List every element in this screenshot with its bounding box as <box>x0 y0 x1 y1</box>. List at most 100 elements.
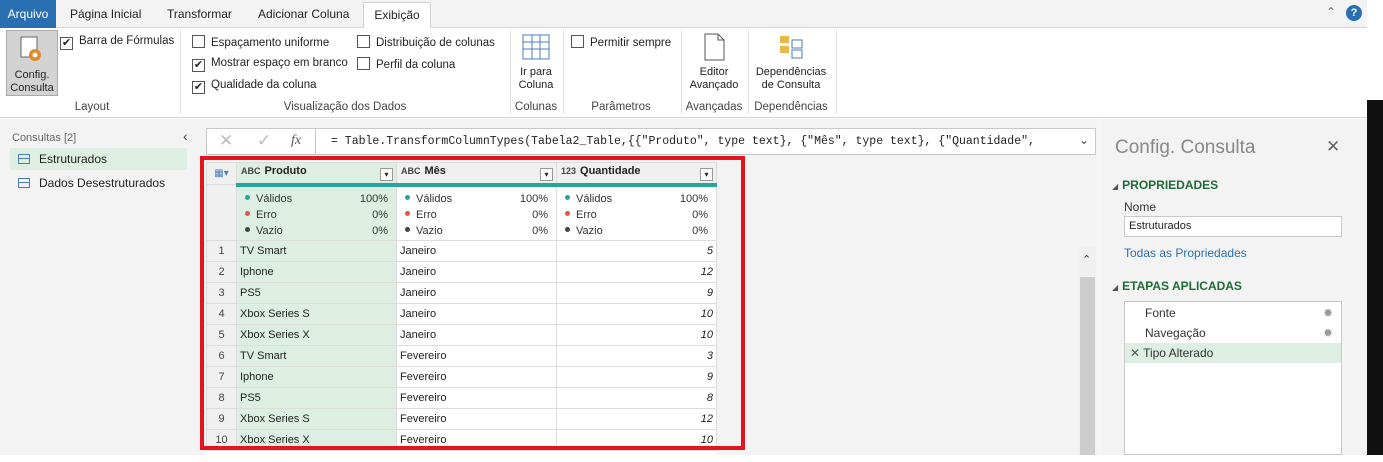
expand-formula-icon[interactable]: ⌄ <box>1079 133 1089 147</box>
column-header-quantidade[interactable]: 123 Quantidade ▾ <box>556 162 717 185</box>
vertical-scrollbar[interactable]: ⌃ <box>1079 247 1096 455</box>
goto-column-button[interactable]: Ir para Coluna <box>514 32 558 92</box>
tab-view[interactable]: Exibição <box>363 2 431 28</box>
cell-quantidade[interactable]: 12 <box>556 408 717 430</box>
row-number[interactable]: 6 <box>206 345 237 367</box>
cell-mes[interactable]: Fevereiro <box>396 366 557 388</box>
number-type-icon[interactable]: 123 <box>561 166 576 176</box>
column-distribution-checkbox[interactable]: Distribuição de colunas <box>357 35 495 49</box>
query-item-estruturados[interactable]: Estruturados <box>10 148 187 170</box>
row-number[interactable]: 1 <box>206 240 237 262</box>
cancel-icon[interactable]: ✕ <box>219 131 233 151</box>
cell-quantidade[interactable]: 12 <box>556 261 717 283</box>
text-type-icon[interactable]: ABC <box>241 166 261 176</box>
row-number[interactable]: 4 <box>206 303 237 325</box>
filter-dropdown-icon[interactable]: ▾ <box>540 167 553 181</box>
collapse-ribbon-icon[interactable]: ⌃ <box>1326 5 1336 19</box>
query-name-input[interactable]: Estruturados <box>1124 216 1342 237</box>
tab-home[interactable]: Página Inicial <box>70 2 141 28</box>
cell-quantidade[interactable]: 10 <box>556 324 717 346</box>
cell-produto[interactable]: Xbox Series S <box>236 408 397 430</box>
step-tipo-alterado[interactable]: ✕ Tipo Alterado <box>1125 343 1341 363</box>
text-type-icon[interactable]: ABC <box>401 166 421 176</box>
column-header-produto[interactable]: ABC Produto ▾ <box>236 162 397 185</box>
cell-produto[interactable]: Xbox Series S <box>236 303 397 325</box>
step-settings-icon[interactable]: ✹ <box>1323 303 1333 323</box>
goto-column-label: Ir para Coluna <box>518 66 554 91</box>
cell-produto[interactable]: TV Smart <box>236 345 397 367</box>
confirm-icon[interactable]: ✓ <box>257 131 271 151</box>
formula-input[interactable]: = Table.TransformColumnTypes(Tabela2_Tab… <box>331 135 1035 148</box>
tab-file[interactable]: Arquivo <box>0 0 56 28</box>
cell-quantidade[interactable]: 8 <box>556 387 717 409</box>
close-icon[interactable]: ✕ <box>1326 137 1340 157</box>
cell-produto[interactable]: Iphone <box>236 366 397 388</box>
cell-produto[interactable]: TV Smart <box>236 240 397 262</box>
queries-header: Consultas [2] <box>12 132 77 144</box>
cell-mes[interactable]: Janeiro <box>396 324 557 346</box>
row-number[interactable]: 5 <box>206 324 237 346</box>
cell-produto[interactable]: Xbox Series X <box>236 429 397 451</box>
properties-header[interactable]: ◢ PROPRIEDADES <box>1112 178 1218 192</box>
filter-dropdown-icon[interactable]: ▾ <box>700 167 713 181</box>
step-settings-icon[interactable]: ✹ <box>1323 323 1333 343</box>
cell-quantidade[interactable]: 3 <box>556 345 717 367</box>
cell-quantidade[interactable]: 10 <box>556 429 717 451</box>
query-item-dados-desestruturados[interactable]: Dados Desestruturados <box>10 172 187 194</box>
collapse-pane-icon[interactable]: ‹ <box>183 128 188 144</box>
step-fonte[interactable]: Fonte ✹ <box>1125 303 1341 323</box>
column-header-mes[interactable]: ABC Mês ▾ <box>396 162 557 185</box>
column-quality-checkbox[interactable]: ✔ Qualidade da coluna <box>192 79 317 94</box>
scroll-thumb[interactable] <box>1080 277 1095 455</box>
step-navegacao[interactable]: Navegação ✹ <box>1125 323 1341 343</box>
query-dependencies-button[interactable]: Dependências de Consulta <box>752 32 830 92</box>
table-icon <box>18 178 30 188</box>
table-row: 7 Iphone Fevereiro 9 <box>206 366 717 388</box>
cell-quantidade[interactable]: 10 <box>556 303 717 325</box>
fx-icon[interactable]: fx <box>291 133 301 149</box>
row-number[interactable]: 10 <box>206 429 237 451</box>
collapse-triangle-icon[interactable]: ◢ <box>1112 283 1118 292</box>
cell-mes[interactable]: Janeiro <box>396 303 557 325</box>
row-number[interactable]: 9 <box>206 408 237 430</box>
applied-steps-header[interactable]: ◢ ETAPAS APLICADAS <box>1112 279 1242 293</box>
collapse-triangle-icon[interactable]: ◢ <box>1112 182 1118 191</box>
cell-mes[interactable]: Fevereiro <box>396 429 557 451</box>
cell-mes[interactable]: Janeiro <box>396 282 557 304</box>
cell-mes[interactable]: Janeiro <box>396 261 557 283</box>
row-number[interactable]: 2 <box>206 261 237 283</box>
tab-add-column[interactable]: Adicionar Coluna <box>258 2 349 28</box>
table-row: 2 Iphone Janeiro 12 <box>206 261 717 283</box>
query-dependencies-label: Dependências de Consulta <box>755 66 827 91</box>
table-menu-icon[interactable]: ▦▾ <box>206 162 237 185</box>
cell-mes[interactable]: Fevereiro <box>396 387 557 409</box>
row-number[interactable]: 3 <box>206 282 237 304</box>
cell-mes[interactable]: Fevereiro <box>396 408 557 430</box>
tab-transform[interactable]: Transformar <box>167 2 232 28</box>
cell-produto[interactable]: Iphone <box>236 261 397 283</box>
cell-mes[interactable]: Janeiro <box>396 240 557 262</box>
formula-bar-checkbox[interactable]: ✔ Barra de Fórmulas <box>60 35 174 50</box>
config-consulta-button[interactable]: Config. Consulta <box>6 30 58 96</box>
filter-dropdown-icon[interactable]: ▾ <box>380 167 393 181</box>
cell-produto[interactable]: PS5 <box>236 282 397 304</box>
delete-step-icon[interactable]: ✕ <box>1130 346 1140 360</box>
help-icon[interactable]: ? <box>1346 5 1362 21</box>
table-row: 3 PS5 Janeiro 9 <box>206 282 717 304</box>
cell-quantidade[interactable]: 9 <box>556 282 717 304</box>
monospace-checkbox[interactable]: Espaçamento uniforme <box>192 35 329 49</box>
cell-produto[interactable]: Xbox Series X <box>236 324 397 346</box>
row-number[interactable]: 7 <box>206 366 237 388</box>
whitespace-checkbox[interactable]: ✔ Mostrar espaço em branco <box>192 57 348 72</box>
advanced-editor-button[interactable]: Editor Avançado <box>686 32 742 92</box>
column-profile-checkbox[interactable]: Perfil da coluna <box>357 57 455 71</box>
cell-produto[interactable]: PS5 <box>236 387 397 409</box>
always-allow-checkbox[interactable]: Permitir sempre <box>571 35 671 49</box>
scroll-up-icon[interactable]: ⌃ <box>1082 253 1091 266</box>
group-advanced-label: Avançadas <box>685 101 743 113</box>
cell-mes[interactable]: Fevereiro <box>396 345 557 367</box>
cell-quantidade[interactable]: 5 <box>556 240 717 262</box>
cell-quantidade[interactable]: 9 <box>556 366 717 388</box>
row-number[interactable]: 8 <box>206 387 237 409</box>
all-properties-link[interactable]: Todas as Propriedades <box>1124 246 1247 260</box>
